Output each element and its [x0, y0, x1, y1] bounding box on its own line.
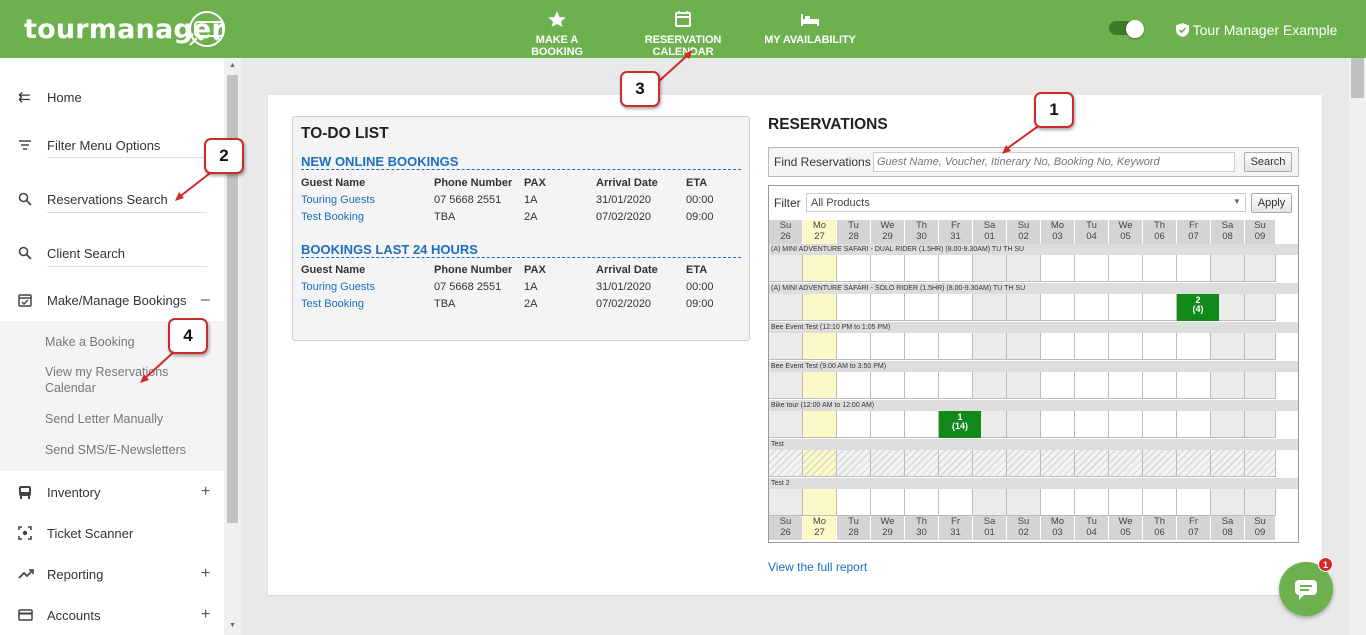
callout-1: 1: [1034, 92, 1074, 128]
callout-2: 2: [204, 138, 244, 174]
callout-arrows: [140, 50, 1045, 383]
notification-badge: 1: [1318, 557, 1333, 572]
callout-3: 3: [620, 71, 660, 107]
page-scrollbar-thumb[interactable]: [1351, 58, 1364, 98]
page-scrollbar[interactable]: [1349, 58, 1366, 635]
callout-4: 4: [168, 318, 208, 354]
